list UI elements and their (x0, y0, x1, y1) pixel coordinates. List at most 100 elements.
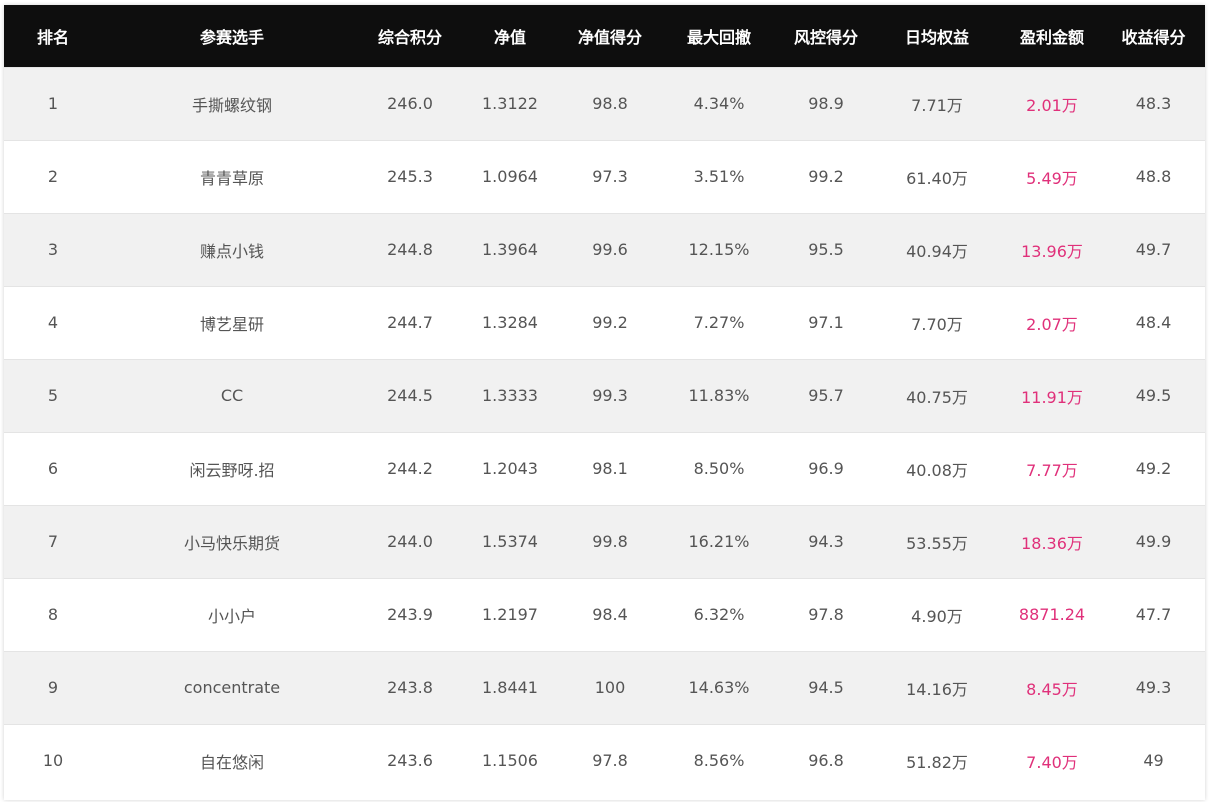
net-value-cell: 1.3964 (458, 212, 562, 286)
table-row[interactable]: 4 博艺星研 244.7 1.3284 99.2 7.27% 97.1 7.70万 2.07万 4… (4, 285, 1205, 359)
header-player[interactable]: 参赛选手 (102, 5, 362, 67)
header-net-value[interactable]: 净值 (458, 5, 562, 67)
profit-cell: 11.91万 (1002, 358, 1102, 432)
header-profit[interactable]: 盈利金额 (1002, 5, 1102, 67)
table-row[interactable]: 7 小马快乐期货 244.0 1.5374 99.8 16.21% 94.3 53.55万 18… (4, 504, 1205, 578)
player-cell[interactable]: 赚点小钱 (102, 212, 362, 286)
risk-score-cell: 95.7 (780, 358, 872, 432)
rank-cell: 4 (4, 285, 102, 359)
risk-score-cell: 97.8 (780, 577, 872, 651)
table-row[interactable]: 5 CC 244.5 1.3333 99.3 11.83% 95.7 40.75万 11.91万… (4, 358, 1205, 432)
max-drawdown-cell: 4.34% (658, 66, 780, 140)
rank-cell: 6 (4, 431, 102, 505)
profit-cell: 2.07万 (1002, 285, 1102, 359)
net-value-score-cell: 99.8 (562, 504, 658, 578)
rank-cell: 8 (4, 577, 102, 651)
total-score-cell: 243.6 (362, 723, 458, 797)
header-max-drawdown[interactable]: 最大回撤 (658, 5, 780, 67)
header-total-score[interactable]: 综合积分 (362, 5, 458, 67)
table-row[interactable]: 9 concentrate 243.8 1.8441 100 14.63% 94.5 14.1… (4, 650, 1205, 724)
net-value-score-cell: 99.2 (562, 285, 658, 359)
risk-score-cell: 98.9 (780, 66, 872, 140)
total-score-cell: 244.8 (362, 212, 458, 286)
max-drawdown-cell: 14.63% (658, 650, 780, 724)
total-score-cell: 244.0 (362, 504, 458, 578)
return-score-cell: 49.9 (1102, 504, 1205, 578)
risk-score-cell: 95.5 (780, 212, 872, 286)
table-row[interactable]: 1 手撕螺纹钢 246.0 1.3122 98.8 4.34% 98.9 7.71万 2.01万… (4, 66, 1205, 140)
profit-cell: 7.77万 (1002, 431, 1102, 505)
profit-cell: 18.36万 (1002, 504, 1102, 578)
player-cell[interactable]: 青青草原 (102, 139, 362, 213)
table-row[interactable]: 6 闲云野呀.招 244.2 1.2043 98.1 8.50% 96.9 40.08万 7.7… (4, 431, 1205, 505)
daily-equity-cell: 53.55万 (872, 504, 1002, 578)
max-drawdown-cell: 8.56% (658, 723, 780, 797)
daily-equity-cell: 7.70万 (872, 285, 1002, 359)
total-score-cell: 245.3 (362, 139, 458, 213)
rank-cell: 2 (4, 139, 102, 213)
player-cell[interactable]: 博艺星研 (102, 285, 362, 359)
profit-cell: 8871.24 (1002, 577, 1102, 651)
risk-score-cell: 97.1 (780, 285, 872, 359)
table-header: 排名 参赛选手 综合积分 净值 净值得分 最大回撤 风控得分 日均权益 盈利金额… (4, 5, 1205, 67)
player-cell[interactable]: 闲云野呀.招 (102, 431, 362, 505)
max-drawdown-cell: 16.21% (658, 504, 780, 578)
daily-equity-cell: 61.40万 (872, 139, 1002, 213)
table-row[interactable]: 8 小小户 243.9 1.2197 98.4 6.32% 97.8 4.90万 8871.24… (4, 577, 1205, 651)
net-value-score-cell: 100 (562, 650, 658, 724)
return-score-cell: 49.2 (1102, 431, 1205, 505)
player-cell[interactable]: 自在悠闲 (102, 723, 362, 797)
total-score-cell: 244.7 (362, 285, 458, 359)
table-row[interactable]: 10 自在悠闲 243.6 1.1506 97.8 8.56% 96.8 51.82万 7.40… (4, 723, 1205, 797)
player-cell[interactable]: 小小户 (102, 577, 362, 651)
net-value-cell: 1.2043 (458, 431, 562, 505)
daily-equity-cell: 7.71万 (872, 66, 1002, 140)
max-drawdown-cell: 6.32% (658, 577, 780, 651)
table-row[interactable]: 2 青青草原 245.3 1.0964 97.3 3.51% 99.2 61.40万 5.49万… (4, 139, 1205, 213)
total-score-cell: 243.8 (362, 650, 458, 724)
total-score-cell: 244.2 (362, 431, 458, 505)
max-drawdown-cell: 3.51% (658, 139, 780, 213)
net-value-score-cell: 99.3 (562, 358, 658, 432)
net-value-cell: 1.1506 (458, 723, 562, 797)
rank-cell: 7 (4, 504, 102, 578)
profit-cell: 5.49万 (1002, 139, 1102, 213)
risk-score-cell: 94.5 (780, 650, 872, 724)
risk-score-cell: 94.3 (780, 504, 872, 578)
total-score-cell: 246.0 (362, 66, 458, 140)
player-cell[interactable]: 手撕螺纹钢 (102, 66, 362, 140)
net-value-cell: 1.2197 (458, 577, 562, 651)
max-drawdown-cell: 8.50% (658, 431, 780, 505)
header-risk-score[interactable]: 风控得分 (780, 5, 872, 67)
return-score-cell: 48.4 (1102, 285, 1205, 359)
leaderboard-panel: 排名 参赛选手 综合积分 净值 净值得分 最大回撤 风控得分 日均权益 盈利金额… (4, 5, 1205, 800)
net-value-cell: 1.3333 (458, 358, 562, 432)
net-value-score-cell: 97.3 (562, 139, 658, 213)
return-score-cell: 49.7 (1102, 212, 1205, 286)
header-net-value-score[interactable]: 净值得分 (562, 5, 658, 67)
header-return-score[interactable]: 收益得分 (1102, 5, 1205, 67)
daily-equity-cell: 40.08万 (872, 431, 1002, 505)
risk-score-cell: 96.9 (780, 431, 872, 505)
player-cell[interactable]: concentrate (102, 650, 362, 724)
total-score-cell: 243.9 (362, 577, 458, 651)
risk-score-cell: 99.2 (780, 139, 872, 213)
table-row[interactable]: 3 赚点小钱 244.8 1.3964 99.6 12.15% 95.5 40.94万 13.9… (4, 212, 1205, 286)
profit-cell: 2.01万 (1002, 66, 1102, 140)
rank-cell: 10 (4, 723, 102, 797)
return-score-cell: 49.5 (1102, 358, 1205, 432)
leaderboard-table: 排名 参赛选手 综合积分 净值 净值得分 最大回撤 风控得分 日均权益 盈利金额… (4, 5, 1205, 797)
net-value-cell: 1.3284 (458, 285, 562, 359)
net-value-cell: 1.5374 (458, 504, 562, 578)
header-daily-equity[interactable]: 日均权益 (872, 5, 1002, 67)
daily-equity-cell: 40.94万 (872, 212, 1002, 286)
daily-equity-cell: 40.75万 (872, 358, 1002, 432)
net-value-cell: 1.8441 (458, 650, 562, 724)
header-row: 排名 参赛选手 综合积分 净值 净值得分 最大回撤 风控得分 日均权益 盈利金额… (4, 5, 1205, 67)
profit-cell: 13.96万 (1002, 212, 1102, 286)
player-cell[interactable]: 小马快乐期货 (102, 504, 362, 578)
total-score-cell: 244.5 (362, 358, 458, 432)
player-cell[interactable]: CC (102, 358, 362, 432)
net-value-score-cell: 98.8 (562, 66, 658, 140)
header-rank[interactable]: 排名 (4, 5, 102, 67)
